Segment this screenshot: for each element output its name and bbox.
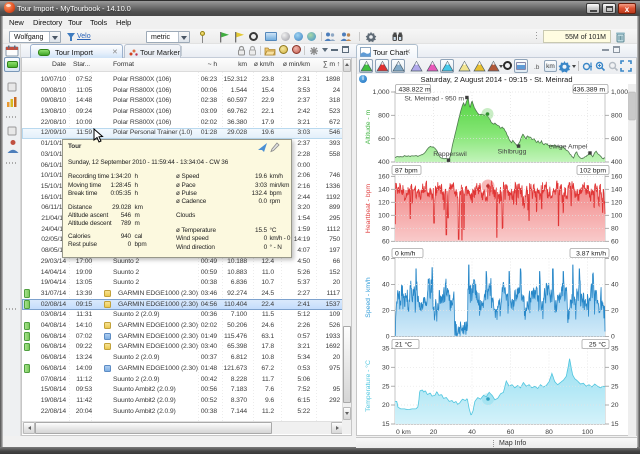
svg-text:80: 80 (382, 226, 390, 233)
svg-text:40: 40 (611, 282, 619, 289)
svg-text:Altitude - m: Altitude - m (365, 109, 372, 144)
svg-text:1,000: 1,000 (611, 89, 628, 96)
svg-text:100: 100 (611, 213, 623, 220)
svg-text:Sihlbrugg: Sihlbrugg (498, 149, 527, 156)
svg-text:35: 35 (611, 346, 619, 353)
svg-text:0: 0 (611, 334, 615, 341)
svg-text:102 bpm: 102 bpm (580, 167, 607, 174)
svg-text:21 °C: 21 °C (395, 340, 412, 348)
svg-text:100: 100 (582, 429, 594, 436)
svg-text:Speed - km/h: Speed - km/h (365, 277, 372, 318)
svg-text:1,000: 1,000 (372, 89, 389, 96)
svg-text:40: 40 (382, 282, 390, 289)
svg-text:20: 20 (611, 308, 619, 315)
svg-text:ewige Ampel: ewige Ampel (549, 144, 588, 151)
svg-text:436.389 m: 436.389 m (573, 86, 605, 93)
svg-text:20: 20 (430, 429, 438, 436)
svg-text:30: 30 (382, 365, 390, 372)
svg-text:87 bpm: 87 bpm (395, 167, 418, 174)
svg-text:0 km: 0 km (396, 429, 411, 436)
svg-text:600: 600 (611, 136, 623, 143)
svg-text:60: 60 (507, 429, 515, 436)
svg-text:140: 140 (611, 187, 623, 194)
svg-text:15: 15 (611, 421, 619, 428)
svg-text:120: 120 (378, 200, 390, 207)
svg-text:600: 600 (378, 136, 390, 143)
svg-text:438.822 m: 438.822 m (399, 86, 431, 93)
svg-text:400: 400 (611, 159, 623, 166)
svg-text:800: 800 (378, 113, 390, 120)
svg-text:Heartbeat - bpm: Heartbeat - bpm (365, 184, 372, 233)
svg-text:40: 40 (468, 429, 476, 436)
svg-text:St. Meinrad - 950 m: St. Meinrad - 950 m (404, 96, 464, 103)
svg-text:100: 100 (378, 213, 390, 220)
svg-text:160: 160 (378, 174, 390, 181)
svg-text:15: 15 (382, 421, 390, 428)
svg-text:400: 400 (378, 159, 390, 166)
svg-text:0 km/h: 0 km/h (395, 250, 416, 257)
svg-text:3.87 km/h: 3.87 km/h (576, 250, 606, 257)
svg-text:60: 60 (382, 239, 390, 246)
svg-text:60: 60 (611, 256, 619, 263)
svg-text:0: 0 (386, 334, 390, 341)
svg-text:25: 25 (382, 383, 390, 390)
svg-text:800: 800 (611, 113, 623, 120)
svg-text:Temperature - °C: Temperature - °C (364, 360, 372, 412)
svg-text:20: 20 (611, 402, 619, 409)
svg-text:140: 140 (378, 187, 390, 194)
svg-text:Rapperswil: Rapperswil (433, 151, 467, 158)
svg-text:25 °C: 25 °C (589, 340, 606, 348)
svg-text:25: 25 (611, 383, 619, 390)
svg-text:60: 60 (382, 256, 390, 263)
svg-text:20: 20 (382, 402, 390, 409)
svg-text:160: 160 (611, 174, 623, 181)
svg-text:30: 30 (611, 365, 619, 372)
svg-text:60: 60 (611, 239, 619, 246)
svg-text:80: 80 (611, 226, 619, 233)
svg-text:35: 35 (382, 346, 390, 353)
svg-text:20: 20 (382, 308, 390, 315)
svg-text:80: 80 (545, 429, 553, 436)
svg-text:120: 120 (611, 200, 623, 207)
